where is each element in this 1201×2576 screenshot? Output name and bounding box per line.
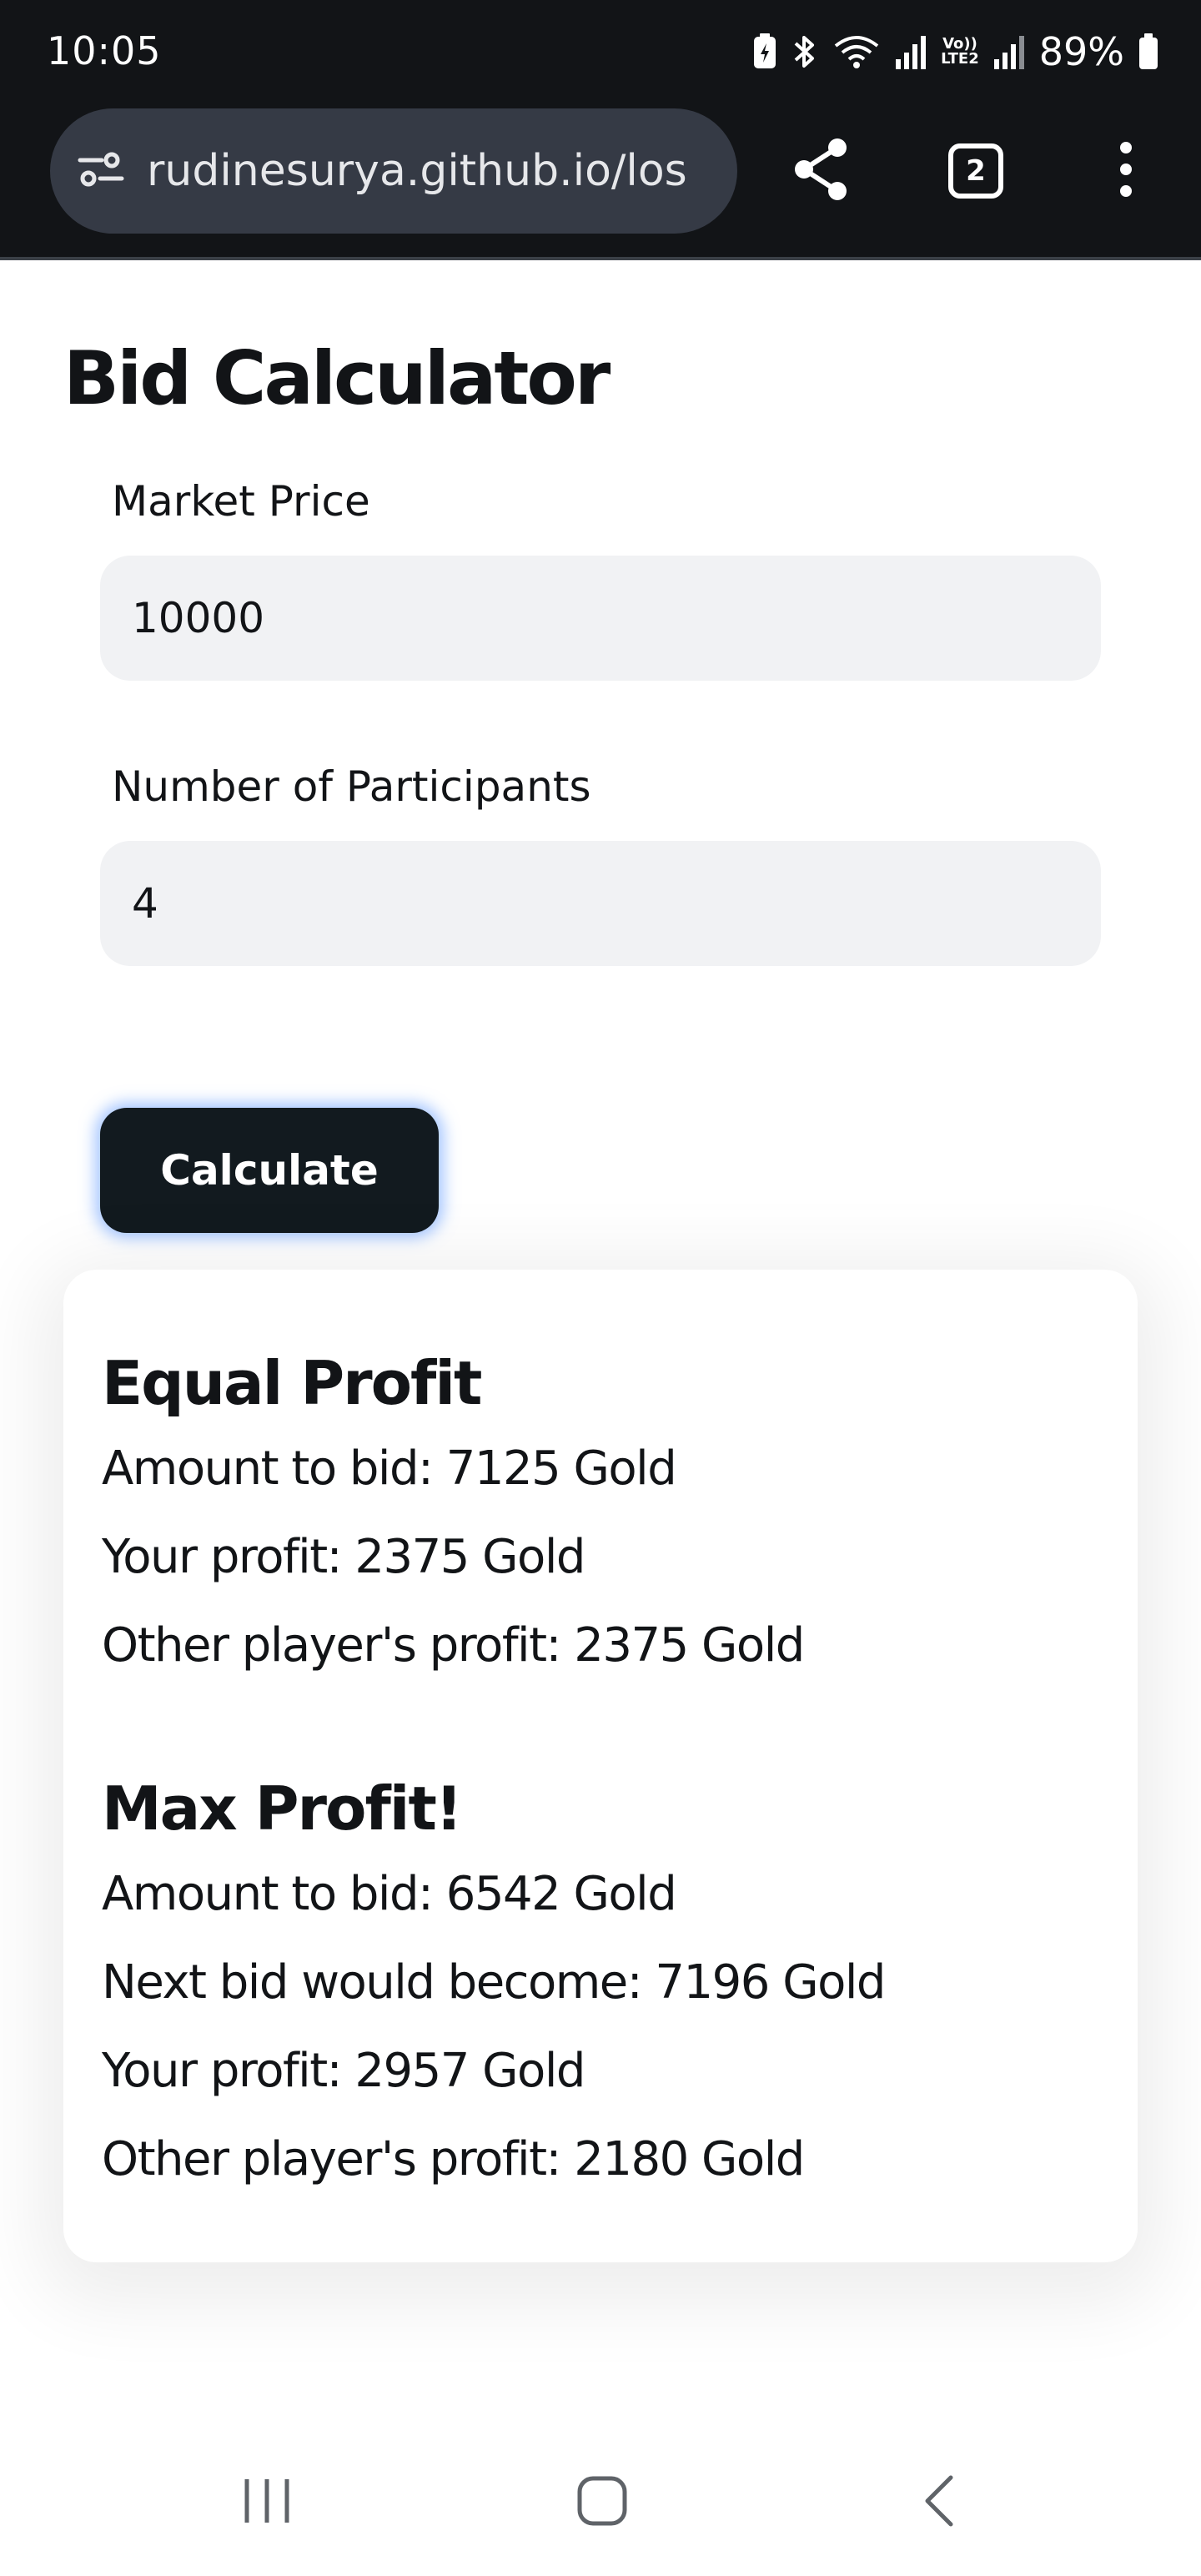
recents-icon	[240, 2474, 294, 2531]
tabs-icon: 2	[948, 143, 1003, 199]
signal-icon	[992, 33, 1026, 71]
equal-profit-your-profit: Your profit: 2375 Gold	[102, 1530, 585, 1584]
battery-percent: 89%	[1038, 29, 1124, 74]
max-profit-other-profit: Other player's profit: 2180 Gold	[102, 2132, 805, 2186]
tab-switcher-button[interactable]: 2	[934, 108, 1018, 234]
equal-profit-bid: Amount to bid: 7125 Gold	[102, 1441, 677, 1496]
more-menu-button[interactable]	[1084, 108, 1168, 234]
max-profit-heading: Max Profit!	[102, 1774, 463, 1844]
page-title: Bid Calculator	[63, 335, 611, 421]
share-button[interactable]	[779, 108, 862, 234]
market-price-input[interactable]	[100, 556, 1101, 681]
status-time: 10:05	[47, 28, 162, 73]
url-text[interactable]: rudinesurya.github.io/los	[147, 146, 687, 196]
participants-label: Number of Participants	[112, 762, 591, 811]
battery-icon	[1138, 33, 1159, 71]
share-icon	[791, 136, 851, 206]
recents-button[interactable]	[225, 2469, 309, 2536]
max-profit-bid: Amount to bid: 6542 Gold	[102, 1867, 677, 1921]
calculate-button[interactable]: Calculate	[100, 1108, 439, 1233]
back-icon	[919, 2474, 959, 2531]
site-settings-icon[interactable]	[77, 150, 125, 192]
bluetooth-icon	[791, 33, 819, 71]
results-card: Equal Profit Amount to bid: 7125 Gold Yo…	[63, 1270, 1138, 2262]
home-icon	[575, 2474, 629, 2531]
status-bar: 10:05 Vo)) LTE2 89%	[0, 0, 1201, 105]
equal-profit-other-profit: Other player's profit: 2375 Gold	[102, 1618, 805, 1673]
system-nav-bar	[0, 2419, 1201, 2576]
market-price-label: Market Price	[112, 477, 370, 526]
more-vertical-icon	[1116, 139, 1136, 203]
signal-icon	[894, 33, 927, 71]
address-bar[interactable]: rudinesurya.github.io/los	[50, 108, 737, 234]
max-profit-next-bid: Next bid would become: 7196 Gold	[102, 1955, 886, 2010]
back-button[interactable]	[897, 2469, 981, 2536]
equal-profit-heading: Equal Profit	[102, 1348, 482, 1418]
volte-icon: Vo)) LTE2	[941, 37, 979, 67]
status-icons: Vo)) LTE2 89%	[752, 28, 1159, 75]
wifi-icon	[832, 33, 881, 71]
lte-label: LTE2	[941, 50, 979, 68]
participants-input[interactable]	[100, 841, 1101, 966]
max-profit-your-profit: Your profit: 2957 Gold	[102, 2044, 585, 2098]
home-button[interactable]	[560, 2469, 644, 2536]
battery-saver-icon	[752, 33, 777, 71]
browser-toolbar: rudinesurya.github.io/los 2	[0, 105, 1201, 260]
